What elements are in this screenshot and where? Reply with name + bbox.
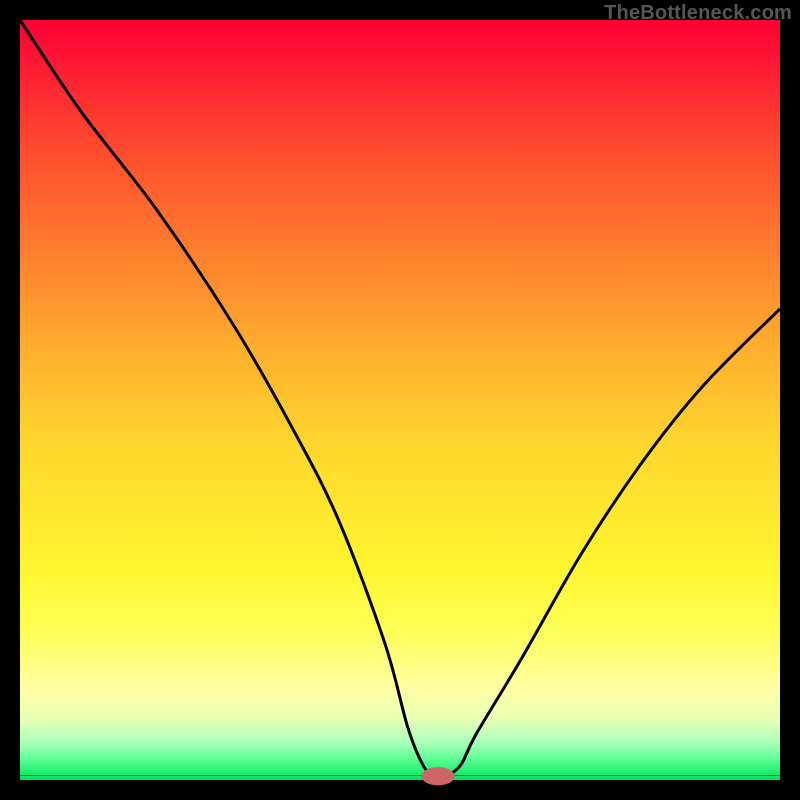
chart-svg: [20, 20, 780, 780]
bottleneck-curve: [20, 20, 780, 778]
chart-frame: TheBottleneck.com: [0, 0, 800, 800]
optimum-marker: [421, 767, 454, 785]
plot-gradient-area: [20, 20, 780, 780]
watermark-text: TheBottleneck.com: [604, 2, 792, 25]
